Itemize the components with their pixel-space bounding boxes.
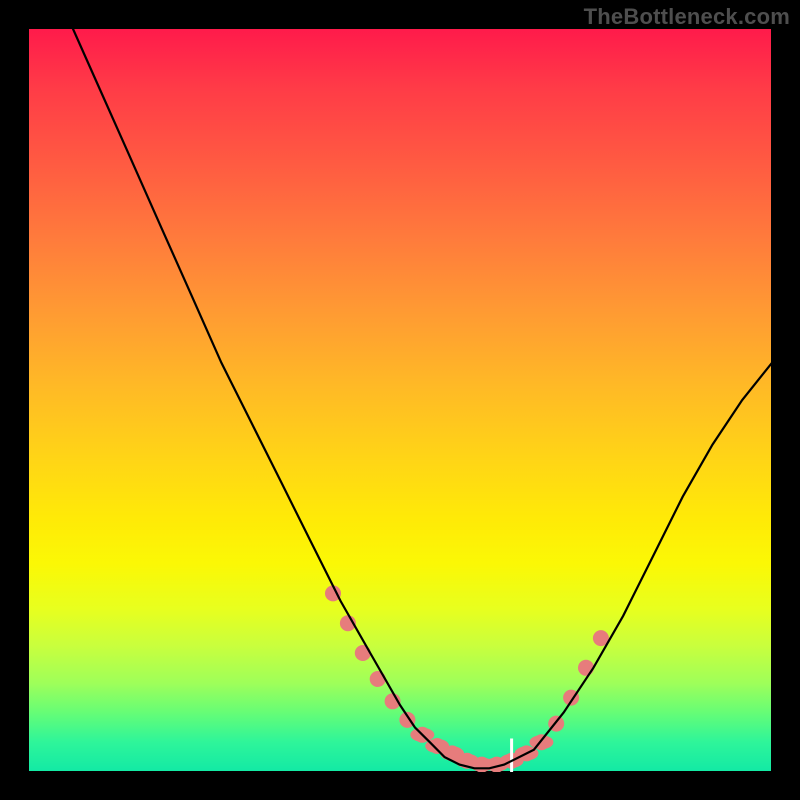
plot-area: [28, 28, 772, 772]
plot-svg: [28, 28, 772, 772]
marker-dot: [355, 645, 371, 661]
bottleneck-curve: [73, 28, 772, 768]
chart-frame: TheBottleneck.com: [0, 0, 800, 800]
highlight-markers: [325, 585, 609, 772]
plot-border: [28, 28, 772, 772]
watermark-text: TheBottleneck.com: [584, 4, 790, 30]
marker-dot: [578, 660, 594, 676]
marker-dot: [370, 671, 386, 687]
